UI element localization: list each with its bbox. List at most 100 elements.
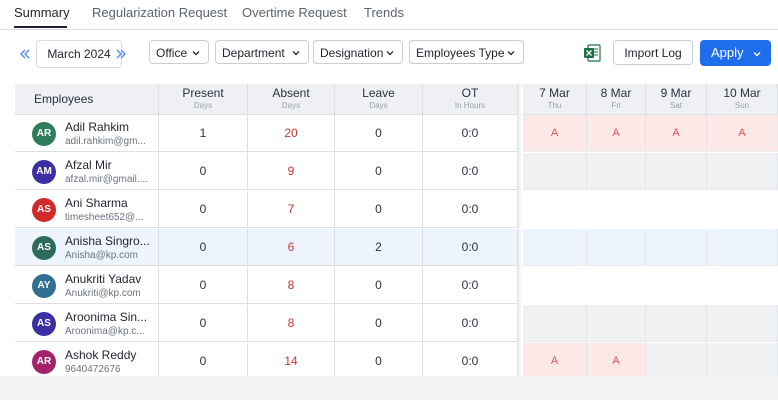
absent-days-cell: 6 bbox=[248, 229, 335, 266]
day-status-cell[interactable] bbox=[646, 343, 707, 376]
chevron-down-icon bbox=[292, 51, 300, 56]
tab-summary[interactable]: Summary bbox=[14, 5, 70, 20]
tab-trends[interactable]: Trends bbox=[364, 5, 404, 20]
day-status-cell[interactable] bbox=[523, 229, 587, 266]
employee-name[interactable]: Anukriti Yadav bbox=[65, 272, 141, 286]
employee-name[interactable]: Ashok Reddy bbox=[65, 348, 136, 362]
employee-cell[interactable]: AR Adil Rahkim adil.rahkim@gm... bbox=[15, 115, 159, 152]
employee-email: adil.rahkim@gm... bbox=[65, 136, 146, 147]
employees-type-filter-dropdown[interactable]: Employees Type bbox=[409, 40, 524, 64]
designation-filter-dropdown[interactable]: Designation bbox=[313, 40, 403, 64]
tab-bar: Summary Regularization Request Overtime … bbox=[0, 0, 778, 30]
employee-name[interactable]: Afzal Mir bbox=[65, 158, 112, 172]
day-status-cell[interactable] bbox=[523, 153, 587, 190]
employee-name[interactable]: Adil Rahkim bbox=[65, 120, 129, 134]
import-log-button[interactable]: Import Log bbox=[613, 40, 693, 65]
day-status-cell[interactable]: A bbox=[707, 115, 778, 152]
day-status-cell[interactable]: A bbox=[523, 115, 587, 152]
employee-cell[interactable]: AR Ashok Reddy 9640472676 bbox=[15, 343, 159, 376]
employee-email: afzal.mir@gmail.... bbox=[65, 174, 148, 185]
employee-email: Anukriti@kp.com bbox=[65, 288, 141, 299]
table-row[interactable]: AR Ashok Reddy 9640472676 0 14 0 0:0 A A bbox=[15, 343, 778, 376]
prev-month-button[interactable] bbox=[14, 42, 36, 66]
avatar: AS bbox=[32, 236, 56, 260]
chevron-down-icon bbox=[386, 51, 394, 56]
employee-cell[interactable]: AS Aroonima Sin... Aroonima@kp.c... bbox=[15, 305, 159, 342]
header-ot: OT In Hours bbox=[423, 84, 518, 115]
header-day: 8 Mar Fri bbox=[587, 84, 646, 115]
department-filter-dropdown[interactable]: Department bbox=[215, 40, 309, 64]
header-present-sub: Days bbox=[193, 101, 213, 110]
employee-name[interactable]: Anisha Singro... bbox=[65, 234, 150, 248]
day-status-cell[interactable] bbox=[587, 229, 646, 266]
table-footer-area bbox=[0, 376, 778, 400]
day-status-cell[interactable] bbox=[646, 229, 707, 266]
office-filter-dropdown[interactable]: Office bbox=[149, 40, 209, 64]
employee-cell[interactable]: AY Anukriti Yadav Anukriti@kp.com bbox=[15, 267, 159, 304]
day-status-cell[interactable]: A bbox=[646, 115, 707, 152]
day-status-cell[interactable] bbox=[523, 267, 587, 304]
next-month-button[interactable] bbox=[110, 42, 132, 66]
leave-days-cell: 0 bbox=[335, 115, 423, 152]
absent-days-cell: 14 bbox=[248, 343, 335, 376]
day-status-cell[interactable] bbox=[646, 191, 707, 228]
absent-days-cell: 8 bbox=[248, 305, 335, 342]
header-day: 7 Mar Thu bbox=[523, 84, 587, 115]
employee-cell[interactable]: AM Afzal Mir afzal.mir@gmail.... bbox=[15, 153, 159, 190]
day-status-cell[interactable] bbox=[646, 267, 707, 304]
present-days-cell: 0 bbox=[159, 267, 248, 304]
excel-icon[interactable] bbox=[582, 43, 602, 63]
day-status-cell[interactable] bbox=[707, 267, 778, 304]
present-days-cell: 0 bbox=[159, 229, 248, 266]
employee-email: Anisha@kp.com bbox=[65, 250, 138, 261]
day-status-cell[interactable] bbox=[587, 305, 646, 342]
header-absent-sub: Days bbox=[281, 101, 301, 110]
header-day-label: 8 Mar bbox=[600, 86, 632, 100]
table-row[interactable]: AS Ani Sharma timesheet652@... 0 7 0 0:0 bbox=[15, 191, 778, 229]
header-ot-label: OT bbox=[461, 86, 479, 100]
day-status-cell[interactable] bbox=[707, 191, 778, 228]
day-status-cell[interactable] bbox=[587, 191, 646, 228]
table-row[interactable]: AS Anisha Singro... Anisha@kp.com 0 6 2 0:0 bbox=[15, 229, 778, 267]
ot-days-cell: 0:0 bbox=[423, 191, 518, 228]
header-leave: Leave Days bbox=[335, 84, 423, 115]
day-status-cell[interactable] bbox=[587, 267, 646, 304]
day-status-cell[interactable]: A bbox=[523, 343, 587, 376]
ot-days-cell: 0:0 bbox=[423, 305, 518, 342]
table-row[interactable]: AY Anukriti Yadav Anukriti@kp.com 0 8 0 0:0 bbox=[15, 267, 778, 305]
day-status-cell[interactable] bbox=[587, 153, 646, 190]
day-status-cell[interactable] bbox=[707, 153, 778, 190]
frozen-columns-divider bbox=[518, 84, 522, 376]
apply-button[interactable]: Apply bbox=[700, 40, 771, 66]
table-row[interactable]: AM Afzal Mir afzal.mir@gmail.... 0 9 0 0:0 bbox=[15, 153, 778, 191]
tab-overtime-request[interactable]: Overtime Request bbox=[242, 5, 347, 20]
employee-email: Aroonima@kp.c... bbox=[65, 326, 145, 337]
leave-days-cell: 0 bbox=[335, 305, 423, 342]
tab-regularization-request[interactable]: Regularization Request bbox=[92, 5, 227, 20]
day-status-cell[interactable] bbox=[707, 229, 778, 266]
header-leave-sub: Days bbox=[369, 101, 388, 110]
header-leave-label: Leave bbox=[362, 86, 395, 100]
chevron-down-icon bbox=[507, 51, 515, 56]
ot-days-cell: 0:0 bbox=[423, 153, 518, 190]
employee-cell[interactable]: AS Ani Sharma timesheet652@... bbox=[15, 191, 159, 228]
header-employees-label: Employees bbox=[34, 92, 94, 106]
avatar: AR bbox=[32, 350, 56, 374]
ot-days-cell: 0:0 bbox=[423, 267, 518, 304]
day-status-cell[interactable]: A bbox=[587, 343, 646, 376]
employee-name[interactable]: Ani Sharma bbox=[65, 196, 128, 210]
table-row[interactable]: AR Adil Rahkim adil.rahkim@gm... 1 20 0 0:0 A A A… bbox=[15, 115, 778, 153]
day-status-cell[interactable] bbox=[523, 191, 587, 228]
day-status-cell[interactable]: A bbox=[587, 115, 646, 152]
day-status-cell[interactable] bbox=[646, 305, 707, 342]
day-status-cell[interactable] bbox=[707, 343, 778, 376]
header-ot-sub: In Hours bbox=[454, 101, 486, 110]
day-status-cell[interactable] bbox=[646, 153, 707, 190]
day-status-cell[interactable] bbox=[707, 305, 778, 342]
day-status-cell[interactable] bbox=[523, 305, 587, 342]
employee-email: timesheet652@... bbox=[65, 212, 144, 223]
header-present-label: Present bbox=[182, 86, 224, 100]
employee-cell[interactable]: AS Anisha Singro... Anisha@kp.com bbox=[15, 229, 159, 266]
employee-name[interactable]: Aroonima Sin... bbox=[65, 310, 147, 324]
table-row[interactable]: AS Aroonima Sin... Aroonima@kp.c... 0 8 0 0:0 bbox=[15, 305, 778, 343]
